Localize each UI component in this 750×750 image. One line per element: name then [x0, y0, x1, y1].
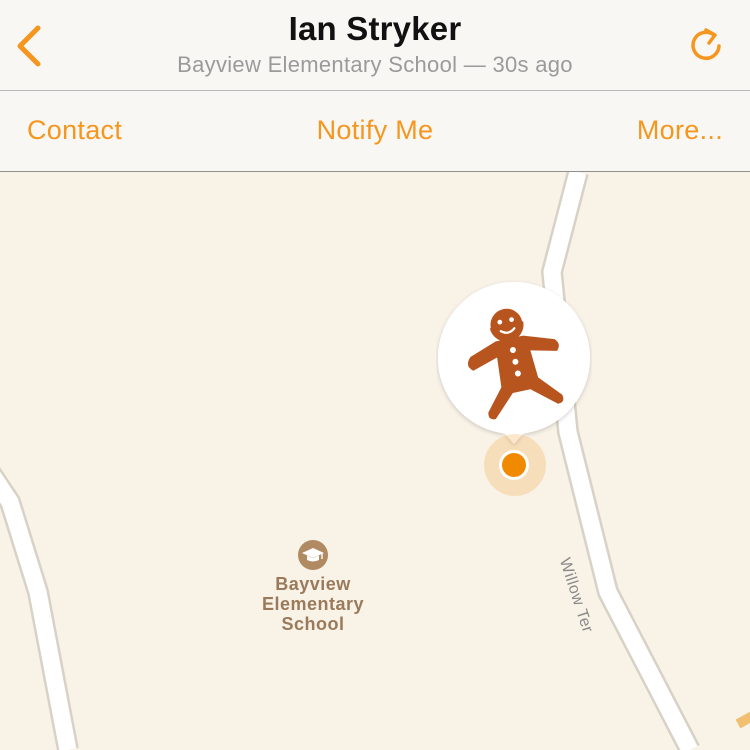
map-roads [0, 172, 750, 750]
poi-bayview-elementary[interactable]: Bayview Elementary School [230, 540, 396, 634]
location-subtitle: Bayview Elementary School — 30s ago [177, 52, 573, 77]
location-dot [502, 453, 526, 477]
corner-road [735, 711, 750, 729]
page-title: Ian Stryker [288, 10, 462, 47]
graduation-cap-icon [298, 540, 328, 570]
more-button[interactable]: More... [637, 115, 723, 146]
refresh-button[interactable] [684, 24, 728, 68]
map-view[interactable]: Willow Ter Bayview Elementary School [0, 172, 750, 750]
action-bar: Contact Notify Me More... [0, 91, 750, 172]
navigation-bar: Ian Stryker Bayview Elementary School — … [0, 0, 750, 91]
refresh-icon [691, 28, 721, 60]
poi-label: Bayview Elementary School [261, 574, 365, 634]
friend-location-screen: Ian Stryker Bayview Elementary School — … [0, 0, 750, 750]
